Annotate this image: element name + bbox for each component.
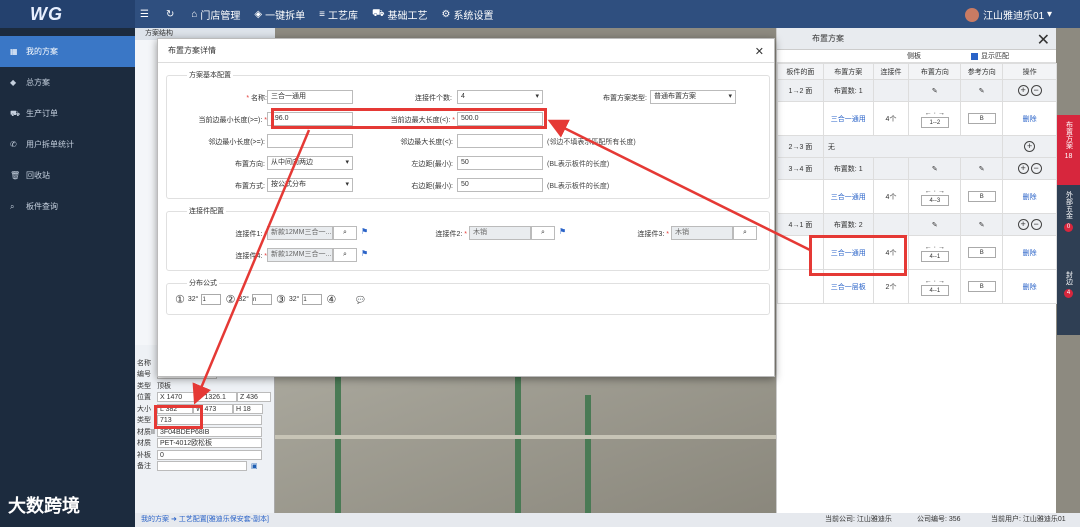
arrow-to-length [547,119,811,252]
arrow-to-size [192,129,311,405]
watermark: 大数跨境 [8,492,80,518]
status-bar: 我的方案 ➜ 工艺配置[雅迪乐保安套-副本] 当前公司: 江山雅迪乐 公司编号:… [135,513,1080,527]
company-info: 当前公司: 江山雅迪乐 [825,516,892,523]
company-number: 公司编号: 356 [917,516,961,523]
current-user: 当前用户: 江山雅迪乐01 [991,516,1066,523]
breadcrumb[interactable]: 我的方案 ➜ 工艺配置[雅迪乐保安套-副本] [141,513,269,527]
watermark-text: 大数跨境 [8,496,80,516]
annotation-arrows [192,119,811,405]
